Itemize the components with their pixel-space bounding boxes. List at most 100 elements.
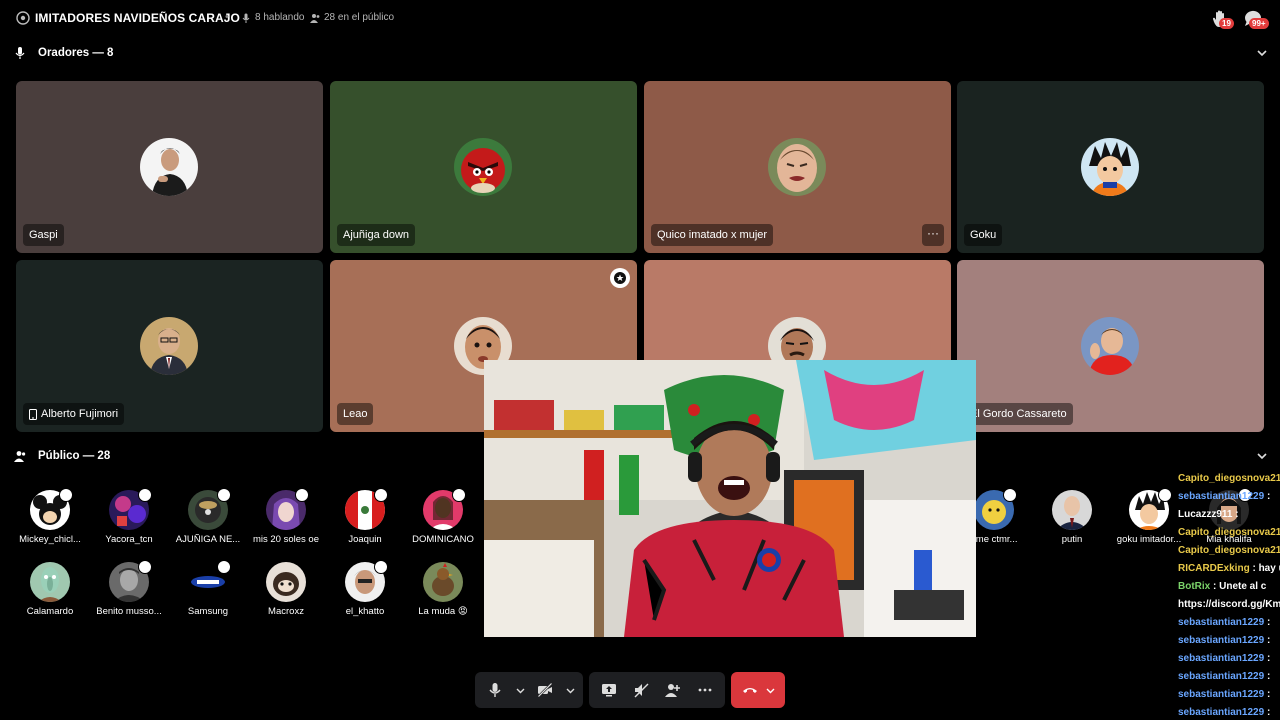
speaker-name: Quico imatado x mujer bbox=[651, 224, 774, 246]
avatar bbox=[140, 138, 198, 196]
deafen-button[interactable] bbox=[627, 676, 655, 704]
camera-off-icon bbox=[537, 682, 553, 698]
audience-count: 28 en el público bbox=[310, 12, 394, 23]
raised-hand-icon bbox=[59, 488, 73, 502]
webcam-overlay bbox=[484, 360, 976, 637]
avatar bbox=[1081, 138, 1139, 196]
chat-line: BotRix : Unete al c bbox=[1178, 581, 1267, 592]
audience-member[interactable]: Macroxz bbox=[247, 562, 325, 617]
speaker-tile[interactable]: Goku bbox=[957, 81, 1264, 253]
screen-share-icon bbox=[602, 684, 616, 697]
chat-line: sebastiantian1229 : bbox=[1178, 491, 1271, 502]
chat-line: Capito_diegosnova21 bbox=[1178, 545, 1280, 556]
audio-video-group bbox=[475, 672, 583, 708]
raised-hand-icon bbox=[374, 488, 388, 502]
audience-member[interactable]: DOMINICANO bbox=[404, 488, 482, 545]
webcam-video bbox=[484, 360, 976, 637]
speaker-tile[interactable]: Alberto Fujimori bbox=[16, 260, 323, 432]
speakers-section-header[interactable]: Oradores — 8 bbox=[0, 43, 1280, 63]
speaker-name: Leao bbox=[337, 403, 374, 425]
camera-options-button[interactable] bbox=[563, 676, 577, 704]
chevron-down-icon[interactable] bbox=[1256, 47, 1268, 59]
chat-line: sebastiantian1229 : bbox=[1178, 707, 1271, 718]
speaker-name: El Gordo Cassareto bbox=[964, 403, 1073, 425]
mic-icon bbox=[242, 13, 250, 23]
chevron-down-icon[interactable] bbox=[766, 686, 775, 695]
sound-off-icon bbox=[634, 683, 649, 698]
audience-member[interactable]: Benito musso... bbox=[90, 560, 168, 617]
audience-label: Público — 28 bbox=[38, 450, 111, 462]
raised-hand-icon bbox=[217, 560, 231, 574]
more-options-button[interactable]: ··· bbox=[922, 224, 944, 246]
camera-button[interactable] bbox=[531, 676, 559, 704]
audience-member[interactable]: Joaquin bbox=[326, 488, 404, 545]
disconnect-button[interactable] bbox=[731, 672, 785, 708]
raised-hand-icon bbox=[1158, 488, 1172, 502]
speaker-tile[interactable]: Quico imatado x mujer ··· bbox=[644, 81, 951, 253]
top-bar: IMITADORES NAVIDEÑOS CARAJO • 8 hablando… bbox=[0, 0, 1280, 36]
chevron-down-icon[interactable] bbox=[1256, 450, 1268, 462]
audience-member[interactable]: Mickey_chicl... bbox=[11, 488, 89, 545]
mic-icon bbox=[15, 47, 25, 59]
chat-line: Lucazzz911 : bbox=[1178, 509, 1239, 520]
raised-hand-icon bbox=[1003, 488, 1017, 502]
audience-member[interactable]: Samsung bbox=[169, 560, 247, 617]
audience-member[interactable]: La muda 😡 bbox=[404, 562, 482, 617]
mic-icon bbox=[489, 683, 501, 697]
audience-label: 28 en el público bbox=[324, 12, 395, 23]
speaker-name: Alberto Fujimori bbox=[23, 403, 125, 425]
audience-member[interactable]: Calamardo bbox=[11, 562, 89, 617]
mic-options-button[interactable] bbox=[513, 676, 527, 704]
add-person-icon bbox=[665, 684, 680, 697]
chat-line: Capito_diegosnova21 bbox=[1178, 473, 1280, 484]
audience-member[interactable]: el_khatto bbox=[326, 560, 404, 617]
chat-line: sebastiantian1229 : bbox=[1178, 689, 1271, 700]
avatar bbox=[768, 138, 826, 196]
invite-button[interactable] bbox=[659, 676, 687, 704]
speaker-name: Gaspi bbox=[23, 224, 64, 246]
chat-line: sebastiantian1229 : bbox=[1178, 671, 1271, 682]
avatar bbox=[1081, 317, 1139, 375]
chat-line: sebastiantian1229 : bbox=[1178, 617, 1271, 628]
speaker-tile[interactable]: Gaspi bbox=[16, 81, 323, 253]
speaking-label: 8 hablando bbox=[255, 12, 305, 23]
chat-line: sebastiantian1229 : bbox=[1178, 635, 1271, 646]
chat-line: https://discord.gg/Kmb bbox=[1178, 599, 1280, 610]
more-actions-button[interactable] bbox=[691, 676, 719, 704]
raised-hand-icon bbox=[217, 488, 231, 502]
raised-hand-icon bbox=[295, 488, 309, 502]
audience-member[interactable]: putin bbox=[1033, 490, 1111, 545]
speaker-tile[interactable]: Ajuñiga down bbox=[330, 81, 637, 253]
chat-badge: 99+ bbox=[1249, 18, 1269, 29]
chat-line: Capito_diegosnova21 bbox=[1178, 527, 1280, 538]
raised-hand-icon bbox=[452, 488, 466, 502]
speaking-count: 8 hablando bbox=[241, 12, 305, 23]
audience-member[interactable]: AJUÑIGA NE... bbox=[169, 488, 247, 545]
chevron-down-icon bbox=[566, 688, 574, 693]
avatar bbox=[140, 317, 198, 375]
chat-line: sebastiantian1229 : bbox=[1178, 653, 1271, 664]
hang-up-icon bbox=[742, 688, 757, 693]
audience-member[interactable]: goku imitador... bbox=[1110, 488, 1188, 545]
audience-member[interactable]: Yacora_tcn bbox=[90, 488, 168, 545]
actions-group bbox=[589, 672, 725, 708]
screen-share-button[interactable] bbox=[595, 676, 623, 704]
stage-channel-icon bbox=[16, 11, 30, 25]
ellipsis-icon bbox=[698, 688, 712, 692]
chat-line: RICARDExking : hay un bbox=[1178, 563, 1280, 574]
mobile-icon bbox=[29, 408, 37, 420]
mic-button[interactable] bbox=[481, 676, 509, 704]
call-controls bbox=[475, 672, 785, 708]
raised-hand-icon bbox=[374, 560, 388, 574]
speaker-name: Ajuñiga down bbox=[337, 224, 416, 246]
stream-chat: Capito_diegosnova21 sebastiantian1229 : … bbox=[1178, 470, 1280, 720]
star-icon bbox=[614, 272, 626, 284]
audience-member[interactable]: mis 20 soles oe bbox=[247, 488, 325, 545]
raised-hand-icon bbox=[138, 488, 152, 502]
speakers-label: Oradores — 8 bbox=[38, 47, 114, 59]
speaker-tile[interactable]: El Gordo Cassareto bbox=[957, 260, 1264, 432]
raised-hands-button[interactable]: 19 bbox=[1210, 8, 1234, 30]
raised-hands-badge: 19 bbox=[1219, 18, 1234, 29]
chat-button[interactable]: 99+ bbox=[1242, 8, 1269, 30]
moderator-badge bbox=[610, 268, 630, 288]
